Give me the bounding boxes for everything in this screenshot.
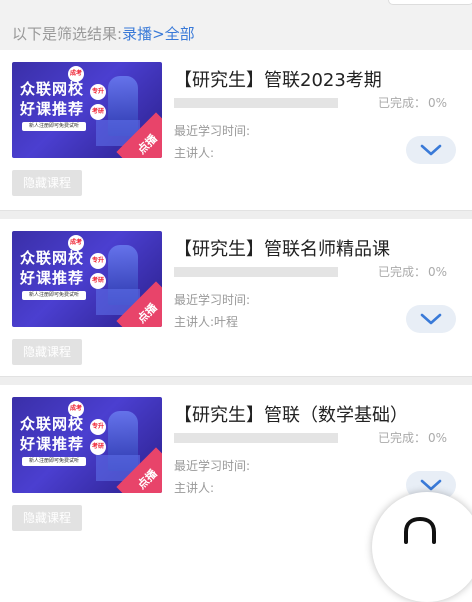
progress-status: 已完成： 0% xyxy=(378,263,447,280)
hide-course-button[interactable]: 隐藏课程 xyxy=(12,170,82,196)
thumbnail-badge: 专升 xyxy=(90,419,106,435)
progress-status: 已完成： 0% xyxy=(378,94,447,111)
recent-study-time: 最近学习时间: xyxy=(174,291,250,308)
progress-value: 0% xyxy=(428,265,448,279)
progress-label: 已完成： xyxy=(378,431,427,445)
thumbnail-badge: 专升 xyxy=(90,84,106,100)
progress-bar xyxy=(174,433,338,443)
thumbnail-subtitle: 新人注册即可免费试听 xyxy=(22,457,86,466)
lecturer: 主讲人: xyxy=(174,144,214,161)
thumbnail-title-line2: 好课推荐 xyxy=(20,100,85,118)
hide-course-button[interactable]: 隐藏课程 xyxy=(12,339,82,365)
thumbnail-subtitle: 新人注册即可免费试听 xyxy=(22,291,86,300)
recent-label: 最近学习时间: xyxy=(174,459,251,473)
recent-study-time: 最近学习时间: xyxy=(174,457,250,474)
hide-course-button[interactable]: 隐藏课程 xyxy=(12,505,82,531)
lecturer-label: 主讲人: xyxy=(174,481,215,495)
top-strip xyxy=(0,0,472,14)
lecturer-value: 叶程 xyxy=(214,315,239,329)
lecturer: 主讲人:叶程 xyxy=(174,313,238,330)
chevron-down-icon xyxy=(420,479,442,491)
thumbnail-badge: 成考 xyxy=(68,66,84,82)
filter-crumb-link[interactable]: 录播>全部 xyxy=(122,25,195,43)
recent-label: 最近学习时间: xyxy=(174,293,251,307)
course-title[interactable]: 【研究生】管联名师精品课 xyxy=(174,235,390,261)
progress-label: 已完成： xyxy=(378,265,427,279)
recent-label: 最近学习时间: xyxy=(174,124,251,138)
expand-button[interactable] xyxy=(406,305,456,333)
customer-service-button[interactable] xyxy=(372,492,472,602)
course-title[interactable]: 【研究生】管联（数学基础） xyxy=(174,401,408,427)
thumbnail-title-line2: 好课推荐 xyxy=(20,269,85,287)
course-thumbnail[interactable]: 众联网校 好课推荐 成考 专升 考研 新人注册即可免费试听 点播 xyxy=(12,62,162,158)
chevron-down-icon xyxy=(420,313,442,325)
filter-result-bar: 以下是筛选结果:录播>全部 xyxy=(0,14,472,50)
filter-result-prefix: 以下是筛选结果: xyxy=(12,25,123,43)
course-thumbnail[interactable]: 众联网校 好课推荐 成考 专升 考研 新人注册即可免费试听 点播 xyxy=(12,231,162,327)
top-button-edge[interactable] xyxy=(388,0,472,5)
thumbnail-title-line2: 好课推荐 xyxy=(20,435,85,453)
course-card[interactable]: 众联网校 好课推荐 成考 专升 考研 新人注册即可免费试听 点播 【研究生】管联… xyxy=(0,219,472,379)
thumbnail-badge: 考研 xyxy=(90,104,106,120)
lecturer: 主讲人: xyxy=(174,479,214,496)
progress-status: 已完成： 0% xyxy=(378,429,447,446)
lecturer-label: 主讲人: xyxy=(174,146,215,160)
course-title[interactable]: 【研究生】管联2023考期 xyxy=(174,66,382,92)
course-thumbnail[interactable]: 众联网校 好课推荐 成考 专升 考研 新人注册即可免费试听 点播 xyxy=(12,397,162,493)
expand-button[interactable] xyxy=(406,136,456,164)
progress-value: 0% xyxy=(428,431,448,445)
thumbnail-badge: 成考 xyxy=(68,401,84,417)
chevron-down-icon xyxy=(420,144,442,156)
progress-bar xyxy=(174,98,338,108)
thumbnail-badge: 考研 xyxy=(90,439,106,455)
course-card[interactable]: 众联网校 好课推荐 成考 专升 考研 新人注册即可免费试听 点播 【研究生】管联… xyxy=(0,50,472,210)
progress-value: 0% xyxy=(428,96,448,110)
thumbnail-subtitle: 新人注册即可免费试听 xyxy=(22,122,86,131)
thumbnail-badge: 考研 xyxy=(90,273,106,289)
progress-bar xyxy=(174,267,338,277)
recent-study-time: 最近学习时间: xyxy=(174,122,250,139)
progress-label: 已完成： xyxy=(378,96,427,110)
headset-icon xyxy=(404,516,436,544)
lecturer-label: 主讲人: xyxy=(174,315,215,329)
filter-result-text: 以下是筛选结果:录播>全部 xyxy=(12,23,195,44)
thumbnail-badge: 专升 xyxy=(90,253,106,269)
thumbnail-badge: 成考 xyxy=(68,235,84,251)
